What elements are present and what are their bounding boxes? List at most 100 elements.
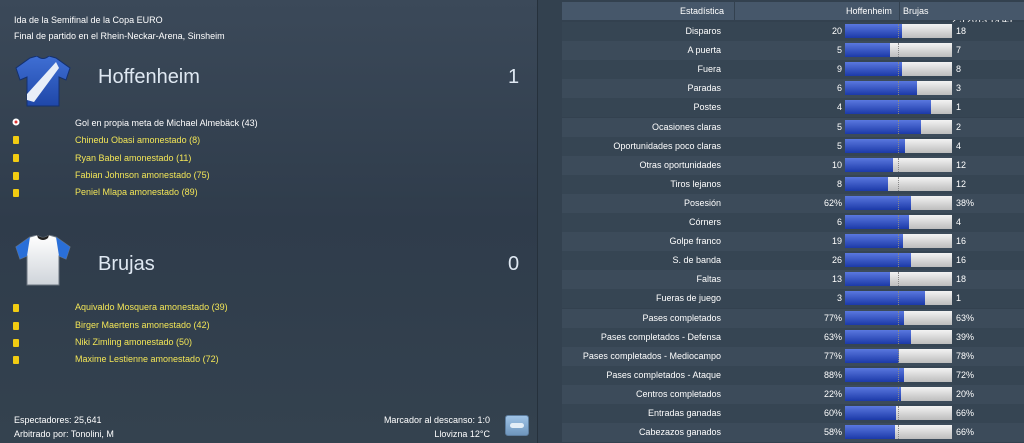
home-shirt-icon	[15, 56, 71, 107]
home-score: 1	[508, 66, 520, 88]
stat-home-fill	[845, 24, 902, 38]
stat-home-fill	[845, 62, 902, 76]
away-team-name[interactable]: Brujas	[98, 253, 155, 276]
stat-label: A puerta	[687, 45, 721, 55]
stat-home-value: 77%	[823, 351, 842, 361]
stat-home-fill	[845, 272, 890, 286]
stat-home-value: 8	[836, 179, 842, 189]
stat-away-value: 4	[956, 141, 962, 151]
competition-label: Ida de la Semifinal de la Copa EURO	[14, 15, 163, 25]
stat-home-fill	[845, 196, 911, 210]
stat-away-value: 78%	[956, 351, 975, 361]
stat-home-fill	[845, 81, 917, 95]
stats-header-home[interactable]: Hoffenheim	[846, 6, 892, 16]
stat-comparison-bar	[845, 406, 952, 420]
stat-label: Pases completados	[642, 313, 721, 323]
home-event-4[interactable]: Fabian Johnson amonestado (75)	[75, 170, 210, 180]
stat-comparison-bar	[845, 196, 952, 210]
referee-label: Arbitrado por: Tonolini, M	[14, 429, 114, 439]
stat-label: Fuera	[697, 64, 721, 74]
away-event-2[interactable]: Birger Maertens amonestado (42)	[75, 320, 210, 330]
stat-label: Golpe franco	[669, 236, 721, 246]
away-event-1[interactable]: Aquivaldo Mosquera amonestado (39)	[75, 302, 228, 312]
stat-away-value: 18	[956, 26, 967, 36]
stat-home-value: 13	[831, 274, 842, 284]
stat-label: Posesión	[683, 198, 721, 208]
stat-away-value: 3	[956, 83, 962, 93]
stat-label: Ocasiones claras	[651, 122, 721, 132]
stat-midline	[898, 81, 899, 95]
stat-comparison-bar	[845, 100, 952, 114]
stat-midline	[898, 24, 899, 38]
away-shirt-icon	[15, 235, 71, 286]
stat-away-value: 7	[956, 45, 962, 55]
stat-home-fill	[845, 100, 931, 114]
stat-midline	[898, 368, 899, 382]
stat-midline	[898, 291, 899, 305]
stat-comparison-bar	[845, 215, 952, 229]
stat-home-fill	[845, 291, 925, 305]
stat-midline	[898, 387, 899, 401]
stat-away-value: 4	[956, 217, 962, 227]
yellow-card-icon	[13, 304, 19, 312]
stat-midline	[898, 330, 899, 344]
stat-home-value: 22%	[823, 389, 842, 399]
stat-home-fill	[845, 406, 896, 420]
stat-midline	[898, 196, 899, 210]
stat-midline	[898, 253, 899, 267]
stat-comparison-bar	[845, 120, 952, 134]
stats-header-label[interactable]: Estadística	[680, 6, 724, 16]
home-event-3[interactable]: Ryan Babel amonestado (11)	[75, 153, 191, 163]
stat-away-value: 72%	[956, 370, 975, 380]
home-event-1: Gol en propia meta de Michael Almebäck (…	[75, 118, 258, 128]
stat-home-value: 10	[831, 160, 842, 170]
stat-midline	[898, 139, 899, 153]
yellow-card-icon	[13, 154, 19, 162]
stat-away-value: 66%	[956, 408, 975, 418]
yellow-card-icon	[13, 136, 19, 144]
stat-comparison-bar	[845, 81, 952, 95]
stat-home-value: 62%	[823, 198, 842, 208]
stats-header-away[interactable]: Brujas	[903, 6, 929, 16]
stat-away-value: 1	[956, 102, 962, 112]
away-event-3[interactable]: Niki Zimling amonestado (50)	[75, 337, 192, 347]
stat-home-fill	[845, 158, 893, 172]
stat-label: Paradas	[687, 83, 721, 93]
stat-midline	[898, 349, 899, 363]
stat-home-fill	[845, 425, 895, 439]
stat-home-value: 60%	[823, 408, 842, 418]
home-event-5[interactable]: Peniel Mlapa amonestado (89)	[75, 187, 198, 197]
home-event-2[interactable]: Chinedu Obasi amonestado (8)	[75, 135, 200, 145]
stat-home-value: 5	[836, 45, 842, 55]
away-event-4[interactable]: Maxime Lestienne amonestado (72)	[75, 354, 219, 364]
stat-away-value: 39%	[956, 332, 975, 342]
stat-label: Entradas ganadas	[647, 408, 721, 418]
stat-midline	[898, 177, 899, 191]
stat-home-value: 3	[836, 293, 842, 303]
stat-comparison-bar	[845, 311, 952, 325]
stat-home-fill	[845, 311, 904, 325]
stat-midline	[898, 158, 899, 172]
stat-comparison-bar	[845, 253, 952, 267]
header-separator	[734, 2, 735, 20]
stat-comparison-bar	[845, 234, 952, 248]
stat-away-value: 38%	[956, 198, 975, 208]
stat-label: S. de banda	[672, 255, 721, 265]
stat-home-fill	[845, 234, 903, 248]
yellow-card-icon	[13, 322, 19, 330]
stat-label: Postes	[693, 102, 721, 112]
stat-label: Centros completados	[635, 389, 721, 399]
stat-label: Tiros lejanos	[670, 179, 721, 189]
stat-midline	[898, 120, 899, 134]
home-team-name[interactable]: Hoffenheim	[98, 66, 200, 89]
rain-cloud-icon	[505, 415, 529, 436]
stat-home-value: 58%	[823, 427, 842, 437]
attendance-label: Espectadores: 25,641	[14, 415, 102, 425]
stat-home-fill	[845, 330, 911, 344]
stat-away-value: 16	[956, 255, 967, 265]
stat-home-value: 6	[836, 217, 842, 227]
stat-home-value: 63%	[823, 332, 842, 342]
stat-comparison-bar	[845, 272, 952, 286]
stat-home-fill	[845, 253, 911, 267]
stat-home-fill	[845, 43, 890, 57]
